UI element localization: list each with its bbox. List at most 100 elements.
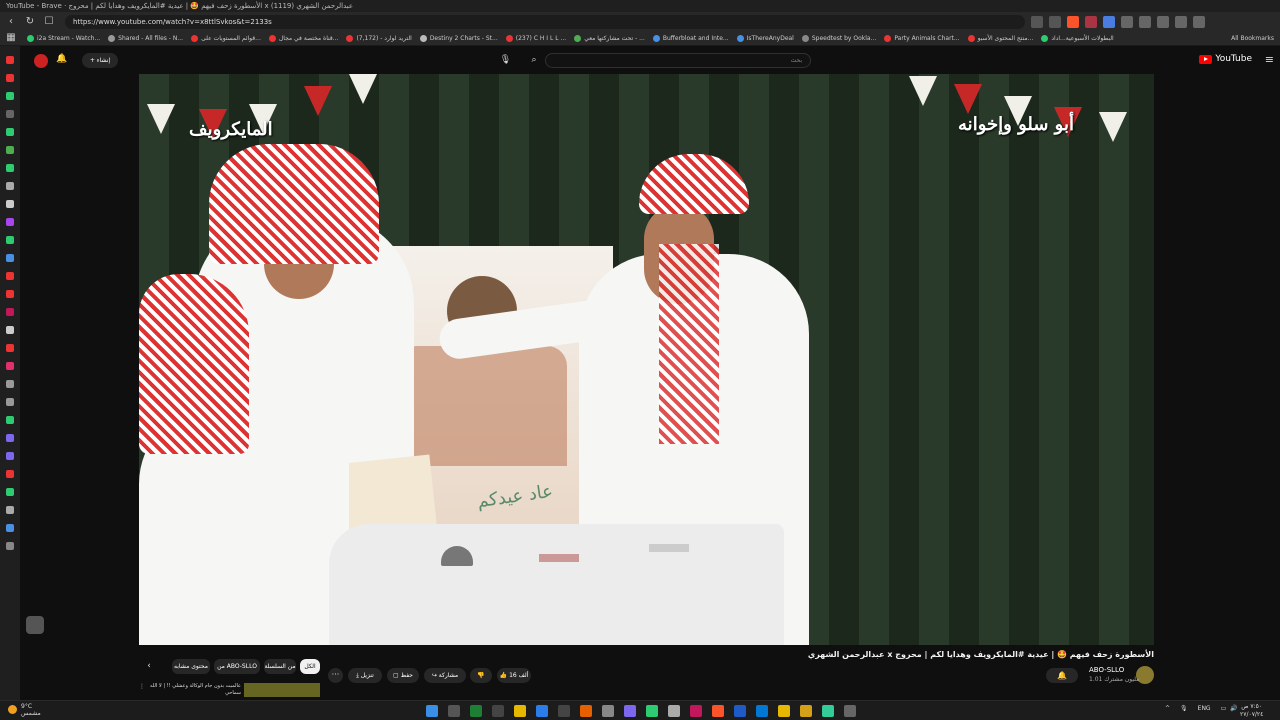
sidebar-app-icon[interactable] — [6, 452, 14, 460]
sidebar-app-icon[interactable] — [6, 434, 14, 442]
start-icon[interactable] — [426, 705, 438, 717]
sidebar-app-icon[interactable] — [6, 92, 14, 100]
sidebar-app-icon[interactable] — [6, 362, 14, 370]
edge-icon[interactable] — [536, 705, 548, 717]
create-button[interactable]: + إنشاء — [82, 53, 118, 68]
video-player[interactable]: عاد عيدكم المايكرويف أبو سلو وإخوانه — [139, 74, 1154, 645]
like-button[interactable]: 👍 16 ألف — [497, 668, 531, 683]
microphone-icon[interactable]: 🎙 — [498, 53, 513, 68]
bookmark-item[interactable]: Shared - All files - N... — [108, 34, 183, 42]
bookmark-icon[interactable]: ☐ — [41, 14, 57, 30]
sidebar-app-icon[interactable] — [6, 200, 14, 208]
sidebar-app-icon[interactable] — [6, 182, 14, 190]
sidebar-app-icon[interactable] — [6, 380, 14, 388]
taskbar-app-icon[interactable] — [822, 705, 834, 717]
sidebar-app-icon[interactable] — [6, 326, 14, 334]
sidebar-app-icon[interactable] — [6, 398, 14, 406]
sidebar-app-icon[interactable] — [6, 470, 14, 478]
vscode-icon[interactable] — [756, 705, 768, 717]
extension-icon[interactable] — [1103, 15, 1115, 28]
taskbar-app-icon[interactable] — [646, 705, 658, 717]
bookmark-item[interactable]: تحت مشاركتها معي - ... — [574, 34, 645, 42]
sidebar-app-icon[interactable] — [6, 308, 14, 316]
kebab-menu-icon[interactable]: ⋮ — [139, 683, 145, 690]
chip-series[interactable]: من السلسلة — [264, 659, 296, 674]
channel-watermark-icon[interactable] — [26, 616, 44, 634]
back-icon[interactable]: ‹ — [3, 14, 19, 30]
sidebar-app-icon[interactable] — [6, 488, 14, 496]
bookmark-item[interactable]: Bufferbloat and Inte... — [652, 34, 729, 42]
bookmark-item[interactable]: Destiny 2 Charts - St... — [419, 34, 498, 42]
volume-icon[interactable]: 🔊 — [1230, 705, 1237, 712]
sidebar-app-icon[interactable] — [6, 110, 14, 118]
chevron-up-icon[interactable]: ^ — [1165, 705, 1170, 712]
sidebar-app-icon[interactable] — [6, 344, 14, 352]
sidebar-app-icon[interactable] — [6, 416, 14, 424]
chevron-left-icon[interactable]: ‹ — [143, 659, 155, 674]
save-button[interactable]: ▢ حفظ — [387, 668, 419, 683]
sidebar-app-icon[interactable] — [6, 218, 14, 226]
notification-bell-button[interactable]: 🔔 — [1046, 668, 1078, 683]
add-sidebar-item-icon[interactable] — [6, 542, 14, 550]
menu-icon[interactable] — [1193, 15, 1205, 28]
taskbar-app-icon[interactable] — [690, 705, 702, 717]
sidebar-app-icon[interactable] — [6, 146, 14, 154]
chip-all[interactable]: الكل — [300, 659, 320, 674]
weather-widget[interactable]: 9°C مشمس — [8, 703, 41, 717]
sidebar-app-icon[interactable] — [6, 254, 14, 262]
bookmark-item[interactable]: منتج المحتوى الأسبو... — [967, 34, 1033, 42]
settings-icon[interactable] — [844, 705, 856, 717]
share-icon[interactable] — [1049, 15, 1061, 28]
download-button[interactable]: ⤓ تنزيل — [348, 668, 382, 683]
bookmark-item[interactable]: البطولات الأسبوعية...اداد — [1041, 34, 1114, 42]
url-field[interactable]: https://www.youtube.com/watch?v=x8ttlSvk… — [65, 14, 1025, 29]
sidebar-app-icon[interactable] — [6, 236, 14, 244]
bookmark-item[interactable]: (237) C H I L L ... — [505, 34, 566, 42]
sidebar-app-icon[interactable] — [6, 290, 14, 298]
bookmark-item[interactable]: قناة مختصة في مجال... — [268, 34, 338, 42]
search-icon[interactable]: ⌕ — [525, 53, 543, 68]
microphone-icon[interactable]: 🎙 — [1180, 705, 1188, 712]
language-indicator[interactable]: ENG — [1198, 705, 1211, 712]
channel-name[interactable]: ABO-SLLO — [1089, 666, 1124, 674]
sidebar-app-icon[interactable] — [6, 506, 14, 514]
taskbar-app-icon[interactable] — [800, 705, 812, 717]
taskbar-app-icon[interactable] — [778, 705, 790, 717]
up-next-title[interactable]: عالميت بدون جام الوكالة وعشلي !! | لا ال… — [148, 683, 241, 697]
sidebar-toggle-icon[interactable] — [1157, 15, 1169, 28]
brave-rewards-icon[interactable] — [1085, 15, 1097, 28]
chip-channel[interactable]: من ABO-SLLO — [214, 659, 260, 674]
dislike-button[interactable]: 👎 — [470, 668, 492, 683]
sidebar-app-icon[interactable] — [6, 56, 14, 64]
bookmark-item[interactable]: التريد لوارد - (7,172) — [346, 34, 412, 42]
extension-icon[interactable] — [1031, 15, 1043, 28]
sidebar-app-icon[interactable] — [6, 164, 14, 172]
file-explorer-icon[interactable] — [514, 705, 526, 717]
extension-icon[interactable] — [1121, 15, 1133, 28]
bookmark-item[interactable]: Speedtest by Ookla... — [801, 34, 876, 42]
youtube-logo[interactable]: YouTube — [1199, 54, 1252, 64]
more-actions-button[interactable]: ··· — [328, 668, 343, 683]
firefox-icon[interactable] — [580, 705, 592, 717]
taskbar-app-icon[interactable] — [602, 705, 614, 717]
clock[interactable]: ٧:٥٠ ص ٢٧/٠٧/٢٤ — [1240, 703, 1263, 719]
avatar[interactable] — [34, 54, 48, 68]
search-input[interactable]: بحث — [545, 53, 811, 68]
up-next-thumbnail[interactable] — [244, 683, 320, 697]
brave-icon[interactable] — [712, 705, 724, 717]
all-bookmarks-button[interactable]: All Bookmarks — [1231, 31, 1274, 45]
bookmark-item[interactable]: i2a Stream - Watch... — [27, 34, 100, 42]
sidebar-app-icon[interactable] — [6, 524, 14, 532]
extension-icon[interactable] — [1139, 15, 1151, 28]
taskbar-app-icon[interactable] — [624, 705, 636, 717]
reload-icon[interactable]: ↻ — [22, 14, 38, 30]
apps-icon[interactable]: ▦ — [3, 31, 19, 45]
notifications-icon[interactable]: 🔔 — [56, 54, 70, 67]
taskbar-app-icon[interactable] — [558, 705, 570, 717]
taskbar-app-icon[interactable] — [492, 705, 504, 717]
profile-icon[interactable] — [1175, 15, 1187, 28]
bookmark-item[interactable]: قوائم المستويات على... — [191, 34, 261, 42]
sidebar-app-icon[interactable] — [6, 74, 14, 82]
bookmark-item[interactable]: IsThereAnyDeal — [736, 34, 794, 42]
network-icon[interactable]: ▭ — [1221, 705, 1227, 712]
